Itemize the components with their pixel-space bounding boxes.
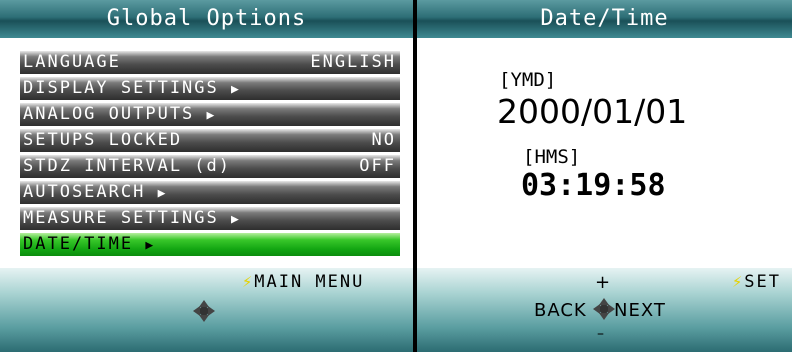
menu-item-label: AUTOSEARCH: [23, 182, 146, 202]
menu-item-autosearch[interactable]: AUTOSEARCH ▶: [20, 181, 400, 204]
menu-item-value: ENGLISH: [310, 52, 396, 72]
menu-item-language[interactable]: LANGUAGE ENGLISH: [20, 51, 400, 74]
back-button[interactable]: BACK: [534, 300, 587, 321]
right-arrow-icon: ▶: [206, 108, 217, 123]
menu-item-stdz-interval[interactable]: STDZ INTERVAL (d) OFF: [20, 155, 400, 178]
menu-item-label: STDZ INTERVAL (d): [23, 156, 231, 176]
dpad-icon: [593, 298, 615, 320]
softkey-label: SET: [744, 272, 781, 292]
menu-item-analog-outputs[interactable]: ANALOG OUTPUTS ▶: [20, 103, 400, 126]
menu-item-value: NO: [371, 130, 396, 150]
global-options-title: Global Options: [0, 0, 413, 38]
dpad-icon: [193, 300, 215, 322]
date-time-panel: Date/Time [YMD] 2000/01/01 [HMS] 03:19:5…: [417, 0, 792, 352]
next-button[interactable]: NEXT: [614, 300, 666, 321]
time-last-digit: 8: [647, 168, 666, 203]
decrement-indicator: –: [597, 326, 605, 342]
date-format-label: [YMD]: [499, 69, 557, 91]
date-value[interactable]: 2000/01/01: [497, 92, 687, 131]
lightning-bolt-icon: ⚡: [732, 272, 745, 292]
date-time-title: Date/Time: [417, 0, 792, 38]
menu-item-display-settings[interactable]: DISPLAY SETTINGS ▶: [20, 77, 400, 100]
right-arrow-icon: ▶: [145, 238, 156, 253]
menu-item-label: DISPLAY SETTINGS: [23, 78, 219, 98]
menu-item-value: OFF: [359, 156, 396, 176]
time-value[interactable]: 03:19:58: [521, 168, 666, 203]
lightning-bolt-icon: ⚡: [242, 272, 255, 292]
menu-item-label: ANALOG OUTPUTS: [23, 104, 195, 124]
time-value-text: 03:19:5: [521, 168, 648, 203]
right-arrow-icon: ▶: [157, 186, 168, 201]
menu-item-date-time[interactable]: DATE/TIME ▶: [20, 233, 400, 256]
softkey-label: MAIN MENU: [254, 272, 365, 292]
global-options-panel: Global Options LANGUAGE ENGLISH DISPLAY …: [0, 0, 413, 352]
menu-item-label: SETUPS LOCKED: [23, 130, 183, 150]
main-menu-softkey[interactable]: ⚡MAIN MENU: [242, 272, 364, 292]
menu-item-label: LANGUAGE: [23, 52, 121, 72]
menu-item-measure-settings[interactable]: MEASURE SETTINGS ▶: [20, 207, 400, 230]
global-options-menu: LANGUAGE ENGLISH DISPLAY SETTINGS ▶ ANAL…: [20, 51, 400, 259]
menu-item-label: DATE/TIME: [23, 234, 134, 254]
right-arrow-icon: ▶: [231, 212, 241, 227]
menu-item-setups-locked[interactable]: SETUPS LOCKED NO: [20, 129, 400, 152]
menu-item-label: MEASURE SETTINGS: [23, 208, 219, 228]
time-format-label: [HMS]: [523, 146, 581, 168]
right-arrow-icon: ▶: [231, 82, 241, 97]
increment-indicator: +: [595, 272, 612, 293]
set-softkey[interactable]: ⚡SET: [732, 272, 781, 292]
